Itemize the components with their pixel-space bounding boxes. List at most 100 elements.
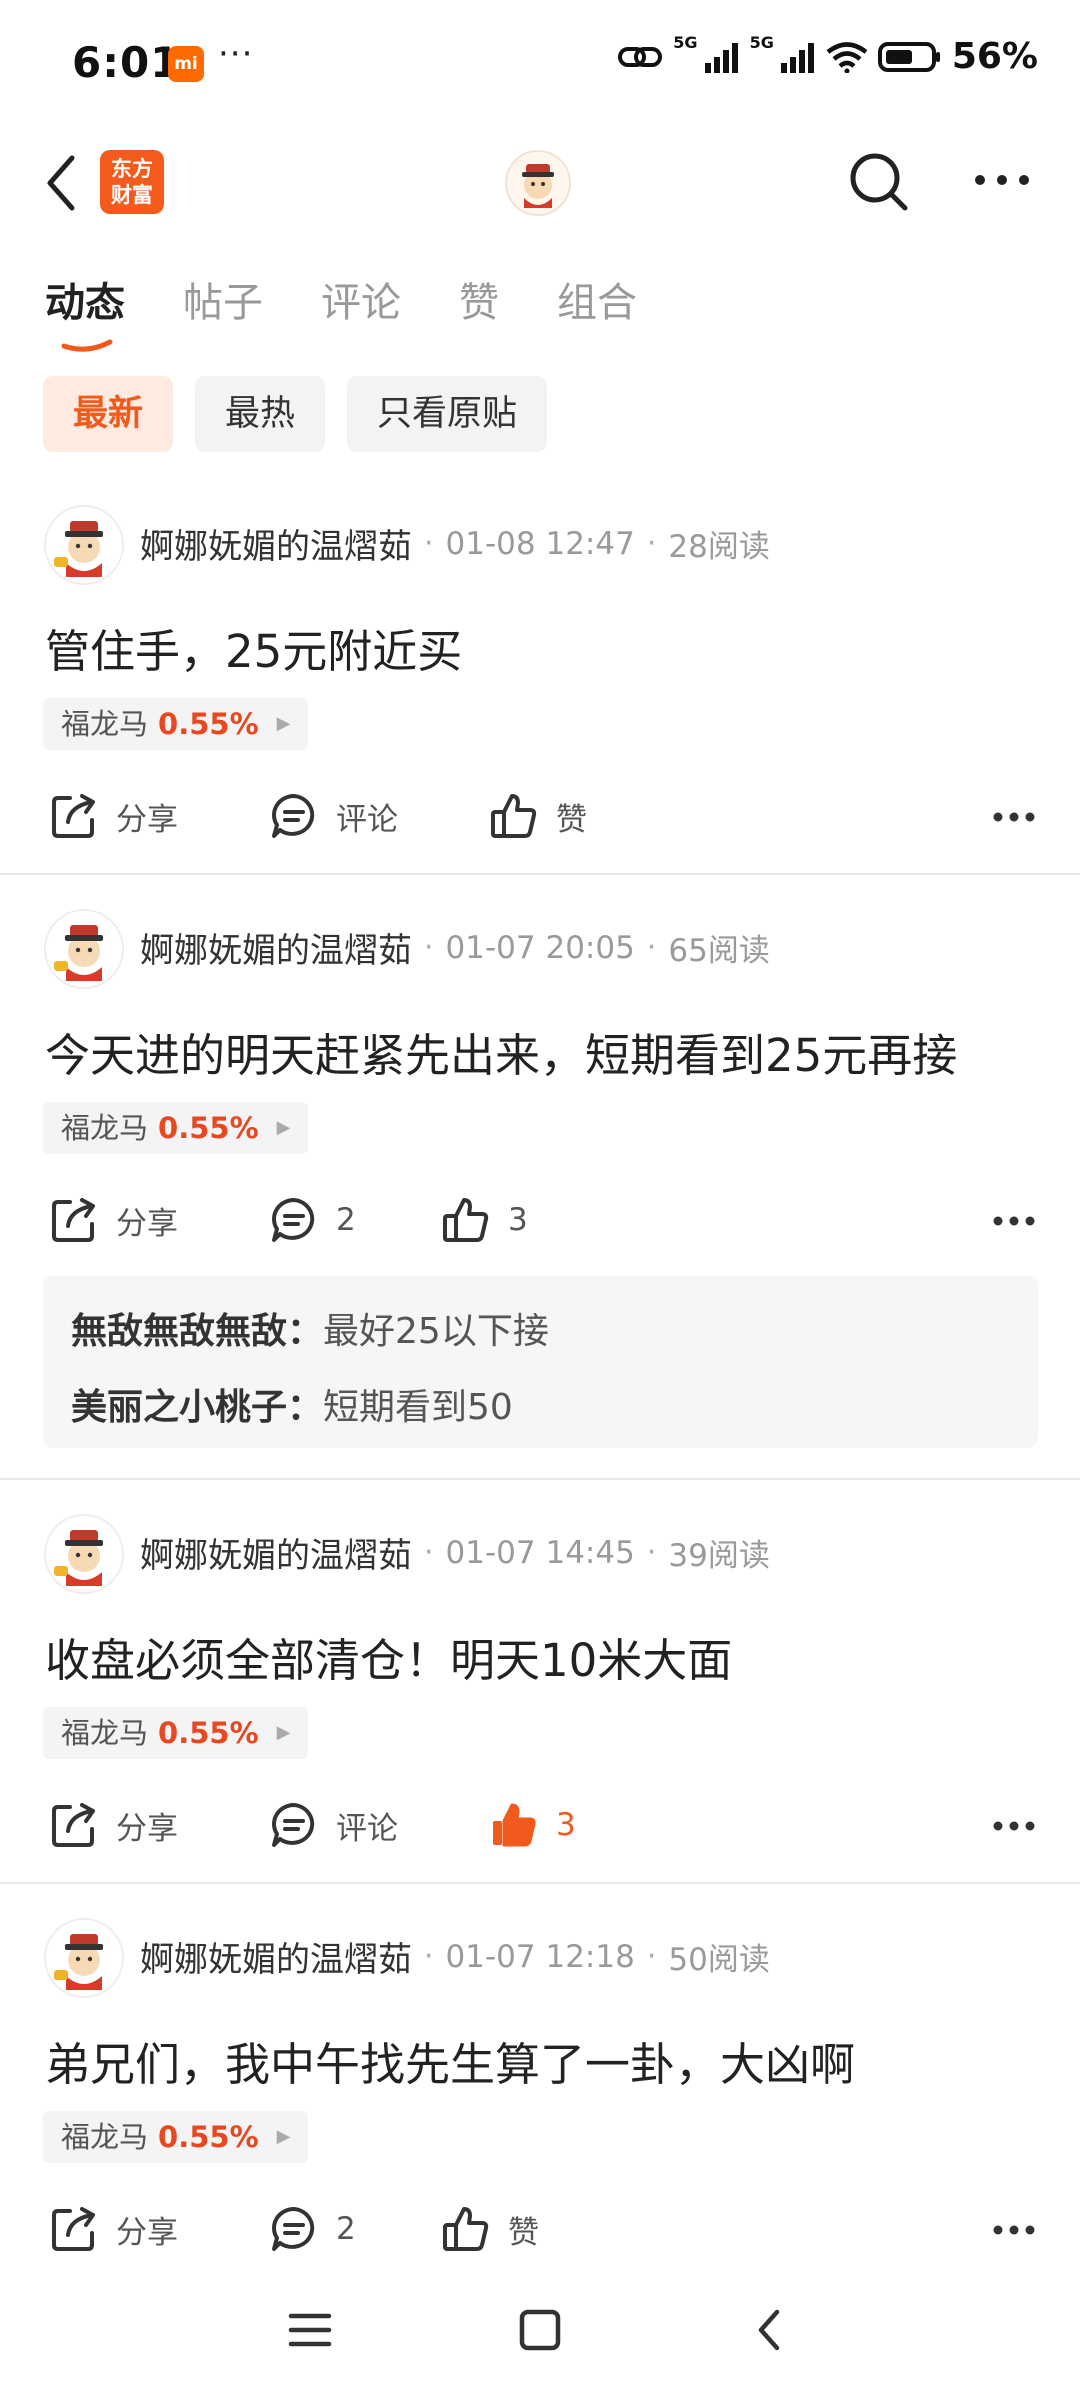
post-more-icon[interactable] (990, 1806, 1038, 1846)
post-content[interactable]: 今天进的明天赶紧先出来，短期看到25元再接 (45, 1019, 957, 1084)
author-avatar[interactable] (44, 909, 124, 989)
share-button[interactable]: 分享 (48, 1790, 178, 1860)
author-avatar[interactable] (44, 1918, 124, 1998)
app-logo[interactable]: 东方 财富 (100, 150, 164, 214)
meta-separator: · (646, 1939, 657, 1974)
profile-tabs: 动态 帖子 评论 赞 组合 (45, 270, 637, 352)
menu-nav-icon[interactable] (285, 2300, 335, 2364)
user-avatar-header[interactable] (505, 150, 571, 216)
author-name[interactable]: 婀娜妩媚的温熠茹 (140, 1932, 412, 1981)
comment-icon (272, 1198, 315, 1242)
stock-tag[interactable]: 福龙马 0.55% ▶ (43, 698, 309, 750)
stock-tag[interactable]: 福龙马 0.55% ▶ (43, 1102, 309, 1154)
tab-likes[interactable]: 赞 (459, 270, 499, 328)
post-meta: 婀娜妩媚的温熠茹 · 01-08 12:47 · 28阅读 (140, 519, 770, 568)
post-item[interactable]: 婀娜妩媚的温熠茹 · 01-07 14:45 · 39阅读 收盘必须全部清仓！明… (0, 1514, 1080, 1884)
comment-button[interactable]: 评论 (268, 1790, 398, 1860)
more-icon[interactable] (970, 160, 1034, 200)
post-content[interactable]: 收盘必须全部清仓！明天10米大面 (45, 1624, 732, 1689)
like-button[interactable]: 3 (488, 1790, 576, 1860)
filter-original-only[interactable]: 只看原贴 (347, 376, 548, 452)
post-reads: 28阅读 (668, 529, 770, 565)
stock-name: 福龙马 (61, 2120, 149, 2154)
back-icon[interactable] (40, 148, 90, 218)
post-actions: 分享 评论 3 (48, 1790, 1038, 1860)
signal-icon (704, 42, 738, 73)
share-label: 分享 (116, 2214, 178, 2251)
author-avatar[interactable] (44, 1514, 124, 1594)
comment-item[interactable]: 美丽之小桃子：短期看到50 (71, 1370, 1010, 1446)
post-more-icon[interactable] (990, 2210, 1038, 2250)
thumbs-up-icon (491, 794, 537, 838)
logo-line-2: 财富 (111, 183, 153, 207)
filter-chips: 最新 最热 只看原贴 (43, 376, 548, 452)
filter-hottest[interactable]: 最热 (195, 376, 326, 452)
like-label: 赞 (556, 801, 587, 838)
post-reads: 65阅读 (668, 933, 770, 969)
filter-latest[interactable]: 最新 (43, 376, 174, 452)
post-item[interactable]: 婀娜妩媚的温熠茹 · 01-08 12:47 · 28阅读 管住手，25元附近买… (0, 505, 1080, 875)
like-button[interactable]: 赞 (488, 781, 587, 851)
author-name[interactable]: 婀娜妩媚的温熠茹 (140, 1528, 412, 1577)
tab-comments[interactable]: 评论 (321, 270, 401, 328)
share-button[interactable]: 分享 (48, 781, 178, 851)
stock-tag[interactable]: 福龙马 0.55% ▶ (43, 2111, 309, 2163)
comment-button[interactable]: 2 (268, 1185, 356, 1255)
battery-icon (877, 41, 940, 72)
post-date: 01-07 20:05 (445, 929, 635, 966)
post-actions: 分享 2 赞 (48, 2194, 1038, 2264)
share-button[interactable]: 分享 (48, 2194, 178, 2264)
post-meta: 婀娜妩媚的温熠茹 · 01-07 12:18 · 50阅读 (140, 1932, 770, 1981)
meta-separator: · (424, 1939, 434, 1974)
post-item[interactable]: 婀娜妩媚的温熠茹 · 01-07 20:05 · 65阅读 今天进的明天赶紧先出… (0, 909, 1080, 1449)
post-actions: 分享 2 3 (48, 1185, 1038, 1255)
tab-active-indicator (61, 339, 113, 352)
tab-label: 动态 (45, 280, 125, 326)
post-content[interactable]: 弟兄们，我中午找先生算了一卦，大凶啊 (45, 2028, 855, 2093)
thumbs-up-icon (443, 2207, 489, 2251)
post-date: 01-07 12:18 (445, 1938, 635, 1975)
post-date: 01-08 12:47 (445, 525, 635, 562)
thumbs-up-icon (443, 1198, 489, 1242)
author-name[interactable]: 婀娜妩媚的温熠茹 (140, 519, 412, 568)
tab-label: 评论 (321, 280, 401, 326)
comment-button[interactable]: 评论 (268, 781, 398, 851)
share-button[interactable]: 分享 (48, 1185, 178, 1255)
tab-dynamics[interactable]: 动态 (45, 270, 125, 352)
back-nav-icon[interactable] (745, 2300, 795, 2364)
tab-portfolio[interactable]: 组合 (557, 270, 637, 328)
post-more-icon[interactable] (990, 797, 1038, 837)
tab-posts[interactable]: 帖子 (183, 270, 263, 328)
stock-change: 0.55% (158, 1716, 259, 1750)
post-divider (0, 1478, 1080, 1480)
author-name[interactable]: 婀娜妩媚的温熠茹 (140, 923, 412, 972)
tab-label: 赞 (459, 280, 499, 326)
share-icon (52, 1198, 95, 1242)
search-icon[interactable] (845, 148, 915, 218)
comment-icon (272, 1803, 315, 1847)
like-label: 赞 (508, 2214, 539, 2251)
triangle-right-icon: ▶ (276, 2126, 291, 2147)
post-divider (0, 873, 1080, 875)
post-meta: 婀娜妩媚的温熠茹 · 01-07 14:45 · 39阅读 (140, 1528, 770, 1577)
home-nav-icon[interactable] (515, 2300, 565, 2364)
comments-preview[interactable]: 無敌無敌無敌：最好25以下接 美丽之小桃子：短期看到50 (43, 1276, 1038, 1448)
triangle-right-icon: ▶ (276, 1117, 291, 1138)
post-item[interactable]: 婀娜妩媚的温熠茹 · 01-07 12:18 · 50阅读 弟兄们，我中午找先生… (0, 1918, 1080, 2278)
status-time: 6:01 (72, 38, 181, 87)
comment-button[interactable]: 2 (268, 2194, 356, 2264)
post-date: 01-07 14:45 (445, 1534, 635, 1571)
share-icon (52, 794, 95, 838)
comment-item[interactable]: 無敌無敌無敌：最好25以下接 (71, 1294, 1010, 1370)
author-avatar[interactable] (44, 505, 124, 585)
post-content[interactable]: 管住手，25元附近买 (45, 615, 462, 680)
comment-count: 2 (336, 2211, 356, 2247)
post-more-icon[interactable] (990, 1201, 1038, 1241)
stock-tag[interactable]: 福龙马 0.55% ▶ (43, 1707, 309, 1759)
meta-separator: · (646, 930, 657, 965)
comment-text: 短期看到50 (323, 1387, 513, 1428)
like-button[interactable]: 3 (440, 1185, 528, 1255)
comment-icon (272, 794, 315, 838)
like-button[interactable]: 赞 (440, 2194, 539, 2264)
stock-name: 福龙马 (61, 1111, 149, 1145)
